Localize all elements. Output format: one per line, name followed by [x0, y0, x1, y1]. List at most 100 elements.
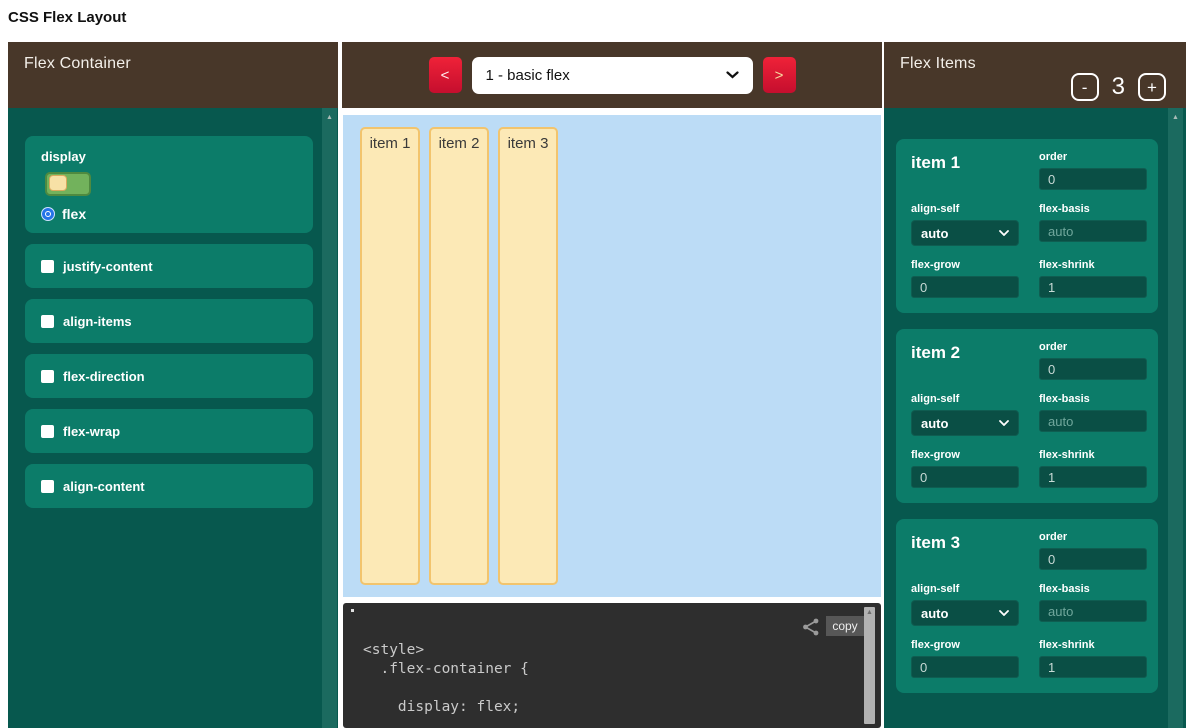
- item-count-stepper: - 3 +: [1071, 73, 1166, 101]
- item-count: 3: [1112, 73, 1125, 101]
- code-panel: copy <style> .flex-container { display: …: [343, 603, 881, 728]
- property-card-align-content[interactable]: align-content: [25, 464, 313, 508]
- add-item-button[interactable]: +: [1138, 73, 1166, 101]
- flex-items-header: Flex Items - 3 +: [884, 42, 1186, 108]
- code-line: <style>: [363, 641, 529, 660]
- display-card: display flex: [25, 136, 313, 233]
- flex-container-panel: Flex Container display flex justify-cont…: [8, 42, 338, 728]
- prev-preset-button[interactable]: <: [429, 57, 462, 93]
- flex-basis-input[interactable]: [1039, 220, 1147, 242]
- code-line: display: flex;: [363, 698, 529, 717]
- flex-shrink-input[interactable]: [1039, 276, 1147, 298]
- flex-basis-label: flex-basis: [1039, 203, 1147, 215]
- flex-grow-label: flex-grow: [911, 449, 1019, 461]
- property-label: align-content: [63, 479, 145, 494]
- left-panel-scrollbar[interactable]: ▲: [322, 108, 337, 728]
- flex-grow-label: flex-grow: [911, 259, 1019, 271]
- share-icon[interactable]: [801, 617, 821, 637]
- order-input[interactable]: [1039, 358, 1147, 380]
- flex-container-header: Flex Container: [8, 42, 338, 108]
- item-settings-card-1: item 1 order align-self auto flex-basis: [896, 139, 1158, 313]
- property-card-align-items[interactable]: align-items: [25, 299, 313, 343]
- item-card-title: item 2: [911, 341, 1019, 380]
- chevron-down-icon: [999, 230, 1009, 236]
- flex-container-body: display flex justify-content align-items…: [8, 108, 338, 728]
- flex-grow-label: flex-grow: [911, 639, 1019, 651]
- flex-grow-input[interactable]: [911, 276, 1019, 298]
- preset-toolbar: < 1 - basic flex >: [342, 42, 882, 108]
- property-card-flex-direction[interactable]: flex-direction: [25, 354, 313, 398]
- checkbox-icon[interactable]: [41, 480, 54, 493]
- checkbox-icon[interactable]: [41, 370, 54, 383]
- chevron-down-icon: [999, 420, 1009, 426]
- align-self-label: align-self: [911, 583, 1019, 595]
- radio-label: flex: [62, 206, 86, 222]
- remove-item-button[interactable]: -: [1071, 73, 1099, 101]
- flex-shrink-label: flex-shrink: [1039, 259, 1147, 271]
- code-scrollbar[interactable]: ▲: [864, 607, 875, 724]
- display-label: display: [41, 149, 297, 164]
- flex-shrink-input[interactable]: [1039, 466, 1147, 488]
- order-input[interactable]: [1039, 548, 1147, 570]
- property-label: justify-content: [63, 259, 153, 274]
- order-input[interactable]: [1039, 168, 1147, 190]
- chevron-down-icon: [726, 71, 739, 79]
- item-card-title: item 3: [911, 531, 1019, 570]
- order-label: order: [1039, 531, 1147, 543]
- flex-container-title: Flex Container: [24, 55, 131, 73]
- toggle-knob-icon: [49, 175, 67, 191]
- display-flex-option[interactable]: flex: [41, 206, 297, 222]
- flex-basis-label: flex-basis: [1039, 583, 1147, 595]
- preview-flex-item: item 1: [360, 127, 420, 585]
- property-card-justify-content[interactable]: justify-content: [25, 244, 313, 288]
- right-panel-scrollbar[interactable]: ▲: [1168, 108, 1183, 728]
- align-self-value: auto: [921, 226, 948, 241]
- scroll-up-icon[interactable]: ▲: [864, 609, 875, 617]
- code-line: .flex-container {: [363, 660, 529, 679]
- item-card-title: item 1: [911, 151, 1019, 190]
- align-self-label: align-self: [911, 203, 1019, 215]
- resize-dot-icon: [351, 609, 354, 612]
- property-card-flex-wrap[interactable]: flex-wrap: [25, 409, 313, 453]
- order-label: order: [1039, 151, 1147, 163]
- radio-checked-icon[interactable]: [41, 207, 55, 221]
- preview-flex-item: item 2: [429, 127, 489, 585]
- item-settings-card-3: item 3 order align-self auto flex-basis: [896, 519, 1158, 693]
- copy-button[interactable]: copy: [826, 616, 864, 636]
- align-self-value: auto: [921, 416, 948, 431]
- flex-shrink-label: flex-shrink: [1039, 449, 1147, 461]
- flex-items-panel: Flex Items - 3 + item 1 order align-self…: [884, 42, 1186, 728]
- next-preset-button[interactable]: >: [763, 57, 796, 93]
- scroll-up-icon[interactable]: ▲: [1168, 114, 1183, 121]
- code-block: <style> .flex-container { display: flex;: [363, 641, 529, 717]
- flex-grow-input[interactable]: [911, 466, 1019, 488]
- flex-basis-input[interactable]: [1039, 410, 1147, 432]
- align-self-select[interactable]: auto: [911, 600, 1019, 626]
- scroll-up-icon[interactable]: ▲: [322, 114, 337, 121]
- property-label: flex-wrap: [63, 424, 120, 439]
- code-line: [363, 679, 529, 698]
- order-label: order: [1039, 341, 1147, 353]
- display-toggle[interactable]: [45, 172, 91, 196]
- checkbox-icon[interactable]: [41, 315, 54, 328]
- flex-grow-input[interactable]: [911, 656, 1019, 678]
- preset-select[interactable]: 1 - basic flex: [472, 57, 753, 94]
- flex-shrink-label: flex-shrink: [1039, 639, 1147, 651]
- item-settings-card-2: item 2 order align-self auto flex-basis: [896, 329, 1158, 503]
- flex-basis-input[interactable]: [1039, 600, 1147, 622]
- preview-flex-item: item 3: [498, 127, 558, 585]
- checkbox-icon[interactable]: [41, 425, 54, 438]
- checkbox-icon[interactable]: [41, 260, 54, 273]
- align-self-select[interactable]: auto: [911, 220, 1019, 246]
- align-self-select[interactable]: auto: [911, 410, 1019, 436]
- align-self-label: align-self: [911, 393, 1019, 405]
- align-self-value: auto: [921, 606, 948, 621]
- chevron-down-icon: [999, 610, 1009, 616]
- flex-shrink-input[interactable]: [1039, 656, 1147, 678]
- preset-selected-value: 1 - basic flex: [486, 67, 570, 84]
- preview-panel: < 1 - basic flex > item 1 item 2 item 3 …: [342, 42, 882, 728]
- flex-preview-container: item 1 item 2 item 3: [343, 115, 881, 597]
- flex-basis-label: flex-basis: [1039, 393, 1147, 405]
- flex-items-title: Flex Items: [900, 55, 976, 73]
- flex-items-body: item 1 order align-self auto flex-basis: [884, 108, 1186, 728]
